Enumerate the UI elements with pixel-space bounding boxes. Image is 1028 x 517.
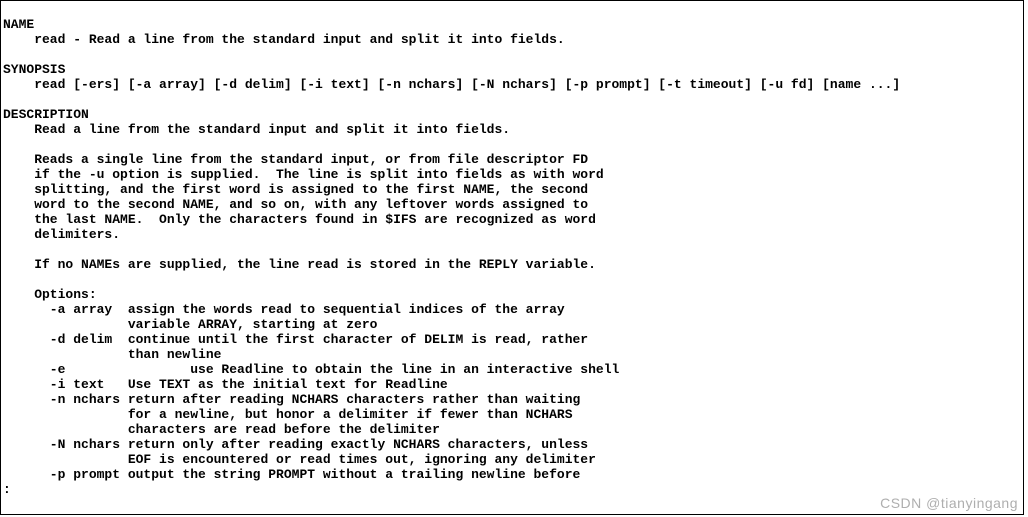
options-header: Options:: [3, 287, 97, 302]
pager-prompt[interactable]: :: [3, 482, 11, 497]
option-n: for a newline, but honor a delimiter if …: [3, 407, 573, 422]
description-para: if the -u option is supplied. The line i…: [3, 167, 604, 182]
description-line: Read a line from the standard input and …: [3, 122, 510, 137]
description-para: Reads a single line from the standard in…: [3, 152, 588, 167]
option-N: -N nchars return only after reading exac…: [3, 437, 588, 452]
description-para: splitting, and the first word is assigne…: [3, 182, 588, 197]
description-para: the last NAME. Only the characters found…: [3, 212, 596, 227]
option-p: -p prompt output the string PROMPT witho…: [3, 467, 580, 482]
synopsis-line: read [-ers] [-a array] [-d delim] [-i te…: [3, 77, 900, 92]
option-n: -n nchars return after reading NCHARS ch…: [3, 392, 580, 407]
description-para: delimiters.: [3, 227, 120, 242]
section-header-description: DESCRIPTION: [3, 107, 89, 122]
option-d: than newline: [3, 347, 221, 362]
name-line: read - Read a line from the standard inp…: [3, 32, 565, 47]
option-N: EOF is encountered or read times out, ig…: [3, 452, 596, 467]
description-para: word to the second NAME, and so on, with…: [3, 197, 588, 212]
manpage-viewport[interactable]: NAME read - Read a line from the standar…: [0, 0, 1024, 515]
option-d: -d delim continue until the first charac…: [3, 332, 588, 347]
option-e: -e use Readline to obtain the line in an…: [3, 362, 619, 377]
option-n: characters are read before the delimiter: [3, 422, 440, 437]
section-header-name: NAME: [3, 17, 34, 32]
section-header-synopsis: SYNOPSIS: [3, 62, 65, 77]
option-a: variable ARRAY, starting at zero: [3, 317, 377, 332]
description-para: If no NAMEs are supplied, the line read …: [3, 257, 596, 272]
option-i: -i text Use TEXT as the initial text for…: [3, 377, 448, 392]
option-a: -a array assign the words read to sequen…: [3, 302, 565, 317]
